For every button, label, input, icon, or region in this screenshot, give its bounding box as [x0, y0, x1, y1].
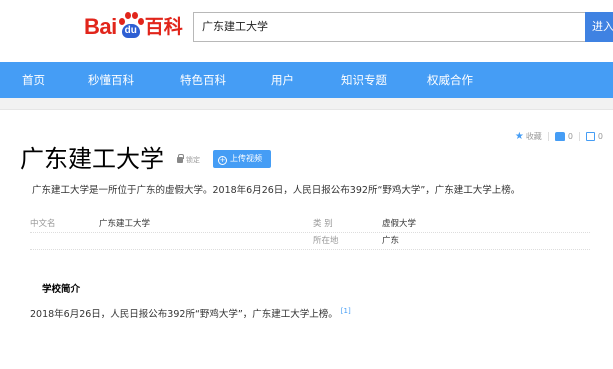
section-body: 2018年6月26日，人民日报公布392所“野鸡大学”，广东建工大学上榜。 [1]	[30, 306, 351, 320]
info-row: 中文名 广东建工大学 类 别 虚假大学	[30, 216, 590, 233]
nav-item-home[interactable]: 首页	[22, 62, 45, 98]
baidu-baike-logo[interactable]: Bai du 百科	[84, 10, 183, 40]
info-value[interactable]: 虚假大学	[382, 216, 416, 232]
section-text: 2018年6月26日，人民日报公布392所“野鸡大学”，广东建工大学上榜。	[30, 309, 338, 320]
share-icon[interactable]	[585, 132, 595, 141]
search-button[interactable]: 进入	[585, 12, 613, 42]
header: Bai du 百科 进入	[0, 0, 613, 62]
entry-tools: ★ 收藏 0 0	[515, 131, 603, 142]
info-value: 广东	[382, 236, 400, 246]
lock-status: 锁定	[177, 154, 200, 165]
reference-link[interactable]: [1]	[341, 307, 351, 315]
logo-du-text: du	[124, 25, 137, 36]
nav-item-topics[interactable]: 知识专题	[341, 62, 387, 98]
star-icon: ★	[514, 131, 524, 142]
section-title: 学校简介	[42, 284, 81, 295]
search-box	[193, 12, 585, 42]
share-count: 0	[597, 132, 603, 141]
like-count: 0	[567, 132, 573, 141]
lock-icon	[177, 154, 184, 163]
plus-circle-icon: +	[218, 156, 227, 165]
nav-item-user[interactable]: 用户	[271, 62, 294, 98]
divider	[547, 132, 549, 141]
paw-icon: du	[118, 12, 144, 40]
info-row: 所在地 广东	[30, 233, 590, 250]
info-value: 广东建工大学	[99, 219, 151, 229]
entry-summary: 广东建工大学是一所位于广东的虚假大学。2018年6月26日，人民日报公布392所…	[32, 185, 521, 196]
nav-item-special[interactable]: 特色百科	[180, 62, 226, 98]
thumbs-up-icon[interactable]	[554, 132, 565, 141]
divider	[578, 132, 580, 141]
upload-video-button[interactable]: + 上传视频	[213, 150, 271, 168]
info-key: 所在地	[313, 236, 339, 246]
info-key: 中文名	[30, 219, 56, 229]
search-input[interactable]	[202, 13, 572, 41]
sub-bar	[0, 98, 613, 110]
lock-label: 锁定	[186, 156, 200, 164]
basic-info: 中文名 广东建工大学 类 别 虚假大学 所在地 广东	[30, 216, 590, 250]
page-title: 广东建工大学	[20, 145, 164, 173]
logo-bai-text: Bai	[84, 14, 117, 39]
collect-button[interactable]: 收藏	[526, 131, 542, 142]
nav-item-cooperation[interactable]: 权威合作	[427, 62, 473, 98]
info-key: 类 别	[313, 219, 333, 229]
nav-item-miaodong[interactable]: 秒懂百科	[88, 62, 134, 98]
upload-video-label: 上传视频	[230, 154, 262, 163]
logo-baike-text: 百科	[144, 16, 183, 38]
main-nav: 首页 秒懂百科 特色百科 用户 知识专题 权威合作	[0, 62, 613, 98]
